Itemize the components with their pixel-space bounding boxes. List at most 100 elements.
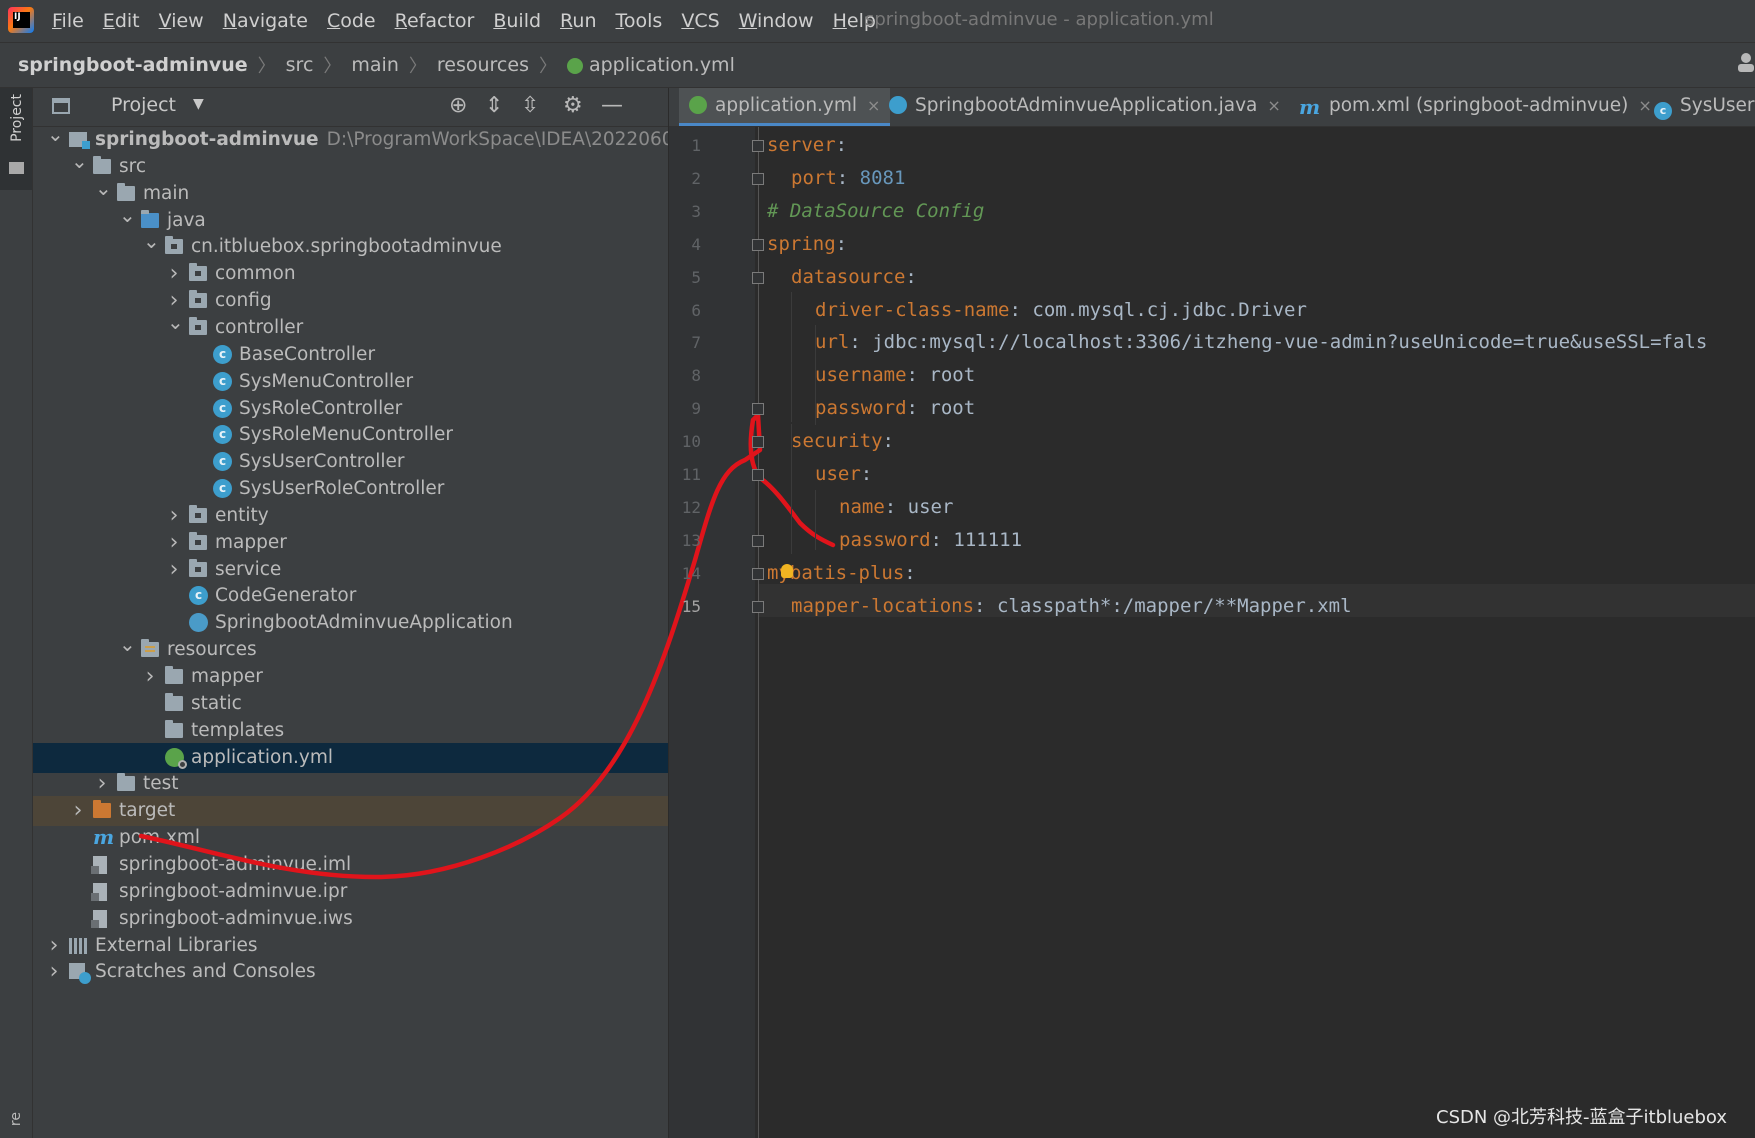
- fold-marker-icon[interactable]: [752, 469, 764, 481]
- fold-marker-icon[interactable]: [752, 140, 764, 152]
- tree-item-label: springboot-adminvue: [95, 129, 319, 150]
- menu-build[interactable]: Build: [493, 10, 541, 32]
- tree-item[interactable]: c SysUserController: [33, 447, 668, 477]
- editor-tab[interactable]: application.yml ×: [679, 88, 891, 126]
- tree-item[interactable]: › common: [33, 259, 668, 289]
- line-number: 10: [681, 432, 701, 452]
- tree-item[interactable]: ⌄ cn.itbluebox.springbootadminvue: [33, 229, 668, 262]
- tree-item[interactable]: › config: [33, 286, 668, 316]
- tree-item[interactable]: c BaseController: [33, 340, 668, 370]
- fold-marker-icon[interactable]: [752, 436, 764, 449]
- tree-item[interactable]: c SysMenuController: [33, 367, 668, 397]
- tree-item[interactable]: › entity: [33, 501, 668, 531]
- chevron-right-icon[interactable]: ›: [47, 957, 61, 987]
- chevron-down-icon[interactable]: ⌄: [119, 629, 136, 659]
- tree-item[interactable]: ⌄ src: [33, 149, 668, 182]
- chevron-down-icon[interactable]: ⌄: [95, 173, 112, 203]
- tree-item[interactable]: › target: [33, 796, 668, 827]
- yaml-key: server: [767, 134, 836, 156]
- collapse-all-icon[interactable]: ⇳: [521, 93, 539, 119]
- breadcrumb-item[interactable]: main: [351, 54, 398, 76]
- chevron-right-icon[interactable]: ›: [143, 662, 157, 692]
- close-icon[interactable]: ×: [1267, 96, 1280, 115]
- editor-tab[interactable]: SpringbootAdminvueApplication.java ×: [879, 88, 1291, 126]
- chevron-right-icon[interactable]: ›: [95, 769, 109, 799]
- editor-tab-label: SysUserC: [1680, 95, 1755, 116]
- line-number: 3: [691, 201, 701, 221]
- tree-item[interactable]: › mapper: [33, 662, 668, 692]
- tree-item[interactable]: m pom.xml: [33, 823, 668, 853]
- chevron-right-icon[interactable]: ›: [167, 259, 181, 289]
- tree-item[interactable]: c CodeGenerator: [33, 581, 668, 611]
- menu-tools[interactable]: Tools: [616, 10, 663, 32]
- fold-marker-icon[interactable]: [752, 172, 764, 185]
- tree-item[interactable]: springboot-adminvue.iws: [33, 904, 668, 934]
- chevron-right-icon[interactable]: ›: [47, 931, 61, 961]
- tree-item[interactable]: springboot-adminvue.iml: [33, 850, 668, 880]
- menu-code[interactable]: Code: [327, 10, 376, 32]
- editor-tab[interactable]: m pom.xml (springboot-adminvue) ×: [1289, 88, 1662, 126]
- breadcrumb-item[interactable]: resources: [437, 54, 529, 76]
- tree-item[interactable]: › External Libraries: [33, 931, 668, 961]
- tree-item[interactable]: templates: [33, 716, 668, 746]
- gear-icon[interactable]: ⚙: [563, 93, 583, 119]
- menu-view[interactable]: View: [159, 10, 204, 32]
- structure-tool-window-label[interactable]: re: [8, 1112, 24, 1126]
- menu-run[interactable]: Run: [560, 10, 596, 32]
- tree-item[interactable]: c SysRoleMenuController: [33, 420, 668, 450]
- breadcrumb-item[interactable]: src: [286, 54, 314, 76]
- tree-item[interactable]: › mapper: [33, 528, 668, 558]
- chevron-down-icon[interactable]: ⌄: [119, 200, 136, 230]
- tree-item[interactable]: static: [33, 689, 668, 719]
- fold-marker-icon[interactable]: [752, 567, 764, 580]
- chevron-right-icon[interactable]: ›: [167, 528, 181, 558]
- editor-tab[interactable]: c SysUserC: [1644, 88, 1755, 126]
- menu-window[interactable]: Window: [739, 10, 814, 32]
- user-icon[interactable]: [1737, 52, 1755, 72]
- menu-vcs[interactable]: VCS: [681, 10, 719, 32]
- project-view-title[interactable]: Project: [111, 94, 176, 116]
- fold-marker-icon[interactable]: [752, 403, 764, 416]
- tree-item[interactable]: c SysRoleController: [33, 394, 668, 424]
- chevron-down-icon[interactable]: ⌄: [71, 146, 88, 176]
- menu-edit[interactable]: Edit: [103, 10, 140, 32]
- chevron-right-icon[interactable]: ›: [167, 501, 181, 531]
- intellij-logo-icon[interactable]: IJ: [8, 7, 34, 33]
- tree-item[interactable]: › Scratches and Consoles: [33, 957, 668, 987]
- tree-item[interactable]: › service: [33, 555, 668, 585]
- breadcrumb-item[interactable]: application.yml: [589, 54, 735, 76]
- folder-icon: [9, 162, 24, 174]
- tree-item[interactable]: c SysUserRoleController: [33, 474, 668, 504]
- line-number: 12: [681, 497, 701, 517]
- menu-navigate[interactable]: Navigate: [223, 10, 308, 32]
- package-icon: [189, 263, 207, 282]
- hide-panel-icon[interactable]: —: [601, 93, 623, 119]
- yaml-key: driver-class-name: [815, 298, 1010, 321]
- tree-item[interactable]: ⌄ resources: [33, 632, 668, 665]
- tree-item[interactable]: ⌄ controller: [33, 310, 668, 343]
- tree-item[interactable]: application.yml: [33, 742, 668, 773]
- yaml-key: url: [815, 331, 850, 354]
- project-tool-window-button[interactable]: Project: [0, 88, 32, 190]
- fold-marker-icon[interactable]: [752, 271, 764, 284]
- expand-all-icon[interactable]: ⇕: [485, 93, 503, 119]
- spring-yml-icon: [689, 96, 707, 114]
- fold-marker-icon[interactable]: [752, 600, 764, 613]
- fold-marker-icon[interactable]: [752, 238, 764, 251]
- breadcrumb-item[interactable]: springboot-adminvue: [18, 54, 248, 76]
- chevron-down-icon[interactable]: ▼: [193, 96, 204, 112]
- menu-refactor[interactable]: Refactor: [395, 10, 475, 32]
- chevron-down-icon[interactable]: ⌄: [167, 307, 184, 337]
- fold-marker-icon[interactable]: [752, 534, 764, 547]
- menu-file[interactable]: File: [52, 10, 84, 32]
- intention-bulb-icon[interactable]: [781, 564, 793, 578]
- locate-icon[interactable]: ⊕: [449, 93, 467, 119]
- chevron-right-icon[interactable]: ›: [167, 555, 181, 585]
- chevron-down-icon[interactable]: ⌄: [47, 127, 64, 149]
- tree-item[interactable]: › test: [33, 769, 668, 799]
- chevron-right-icon[interactable]: ›: [71, 796, 85, 826]
- tree-item[interactable]: ⌄ java: [33, 203, 668, 236]
- tree-item[interactable]: ⌄ springboot-adminvue D:\ProgramWorkSpace\…: [33, 127, 668, 155]
- tree-item[interactable]: springboot-adminvue.ipr: [33, 877, 668, 907]
- chevron-down-icon[interactable]: ⌄: [143, 226, 160, 256]
